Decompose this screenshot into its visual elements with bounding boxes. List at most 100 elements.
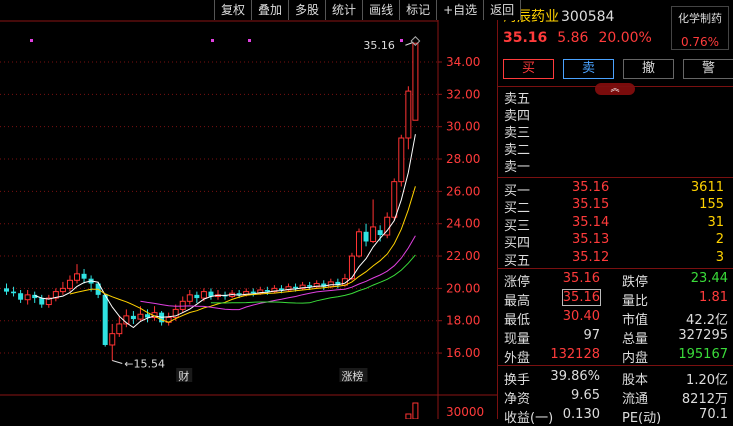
stat-value: 0.130 xyxy=(562,407,600,422)
candle-body xyxy=(66,279,73,289)
sector-box[interactable]: 化学制药 0.76% xyxy=(671,6,729,50)
candle-body xyxy=(11,291,17,294)
sector-name: 化学制药 xyxy=(678,12,722,25)
stock-price-line: 35.16 5.86 20.00% xyxy=(503,30,662,46)
stat-label: 流通 xyxy=(622,392,649,407)
current-price: 35.16 xyxy=(503,30,548,46)
buy-button[interactable]: 买 xyxy=(503,59,554,79)
buy-level-label: 买三 xyxy=(504,218,531,234)
buy-level-3[interactable]: 买三 35.14 31 xyxy=(504,214,728,234)
candle-body xyxy=(109,333,116,346)
stat-value: 42.2亿 xyxy=(686,313,728,328)
stat-label: 现量 xyxy=(504,332,531,347)
divider xyxy=(498,365,733,366)
candle-body xyxy=(278,288,284,290)
candle-body xyxy=(145,314,150,318)
price-change: 5.86 xyxy=(557,30,589,46)
stat-value: 195167 xyxy=(678,347,728,362)
event-marker-label: 财 xyxy=(178,369,189,383)
stat-label: PE(动) xyxy=(622,411,662,426)
buy-level-volume: 31 xyxy=(707,214,724,230)
candle-body xyxy=(293,286,299,289)
toolbar-statistics-button[interactable]: 统计 xyxy=(325,0,363,20)
buy-level-2[interactable]: 买二 35.15 155 xyxy=(504,197,728,216)
candle-body xyxy=(377,230,383,236)
ma30-line xyxy=(210,254,416,304)
stat-value: 23.44 xyxy=(690,271,728,286)
toolbar-draw-line-button[interactable]: 画线 xyxy=(362,0,400,20)
candle-body xyxy=(412,42,419,121)
candle-body xyxy=(59,287,66,293)
chart-toolbar: 复权 叠加 多股 统计 画线 标记 +自选 返回 xyxy=(214,0,522,20)
stats-row: 最低 30.40 市值 42.2亿 xyxy=(504,309,730,328)
candlestick-chart[interactable]: 34.00 32.00 30.00 28.00 26.00 24.00 22.00 20.00… xyxy=(0,0,497,419)
stat-value: 1.20亿 xyxy=(686,373,728,388)
alert-button[interactable]: 警 xyxy=(683,59,733,79)
stat-value: 39.86% xyxy=(550,369,600,384)
low-pointer-line xyxy=(112,360,123,364)
buy-level-volume: 2 xyxy=(715,232,724,248)
stat-value: 97 xyxy=(583,328,600,343)
candle-body xyxy=(18,293,24,300)
ma10-line xyxy=(69,186,416,323)
buy-level-price: 35.15 xyxy=(572,197,610,213)
candle-body xyxy=(307,285,313,287)
stat-label: 量比 xyxy=(622,294,649,309)
y-tick-label: 28.00 xyxy=(446,152,480,166)
buy-level-1[interactable]: 买一 35.16 3611 xyxy=(504,180,728,199)
candle-body xyxy=(405,90,412,139)
candle-body xyxy=(24,294,31,301)
stat-value: 1.81 xyxy=(699,290,728,305)
candle-body xyxy=(137,313,144,320)
stat-value: 9.65 xyxy=(571,388,600,403)
volume-bar xyxy=(405,413,412,419)
high-price-label: 35.16 xyxy=(363,39,395,52)
candle-body xyxy=(370,226,377,242)
collapse-chevron-icon[interactable]: ︽ xyxy=(595,83,635,95)
trade-actions: 买 卖 撤 警 xyxy=(503,59,733,79)
toolbar-mark-button[interactable]: 标记 xyxy=(399,0,437,20)
stats2-row: 收益(一) 0.130 PE(动) 70.1 xyxy=(504,407,730,426)
stat-value: 8212万 xyxy=(681,392,728,407)
candle-body xyxy=(391,181,398,218)
candle-body xyxy=(186,294,193,302)
stat-label: 股本 xyxy=(622,373,649,388)
buy-level-4[interactable]: 买四 35.13 2 xyxy=(504,232,728,251)
stat-value: 35.16 xyxy=(562,271,600,286)
stats-row: 外盘 132128 内盘 195167 xyxy=(504,347,730,366)
stat-value: 327295 xyxy=(678,328,728,343)
candle-body xyxy=(130,315,136,320)
toolbar-add-watchlist-button[interactable]: +自选 xyxy=(436,0,484,20)
stat-label: 涨停 xyxy=(504,275,531,290)
candle-body xyxy=(74,273,80,281)
y-tick-label: 18.00 xyxy=(446,314,480,328)
sell-button[interactable]: 卖 xyxy=(563,59,614,79)
buy-level-label: 买一 xyxy=(504,184,531,199)
candle-body xyxy=(4,288,9,292)
toolbar-multi-stock-button[interactable]: 多股 xyxy=(288,0,326,20)
buy-level-price: 35.12 xyxy=(572,249,610,265)
candle-body xyxy=(179,300,186,310)
buy-level-volume: 155 xyxy=(699,197,724,213)
price-change-percent: 20.00% xyxy=(598,30,652,46)
toolbar-restore-rights-button[interactable]: 复权 xyxy=(214,0,252,20)
buy-level-5[interactable]: 买五 35.12 3 xyxy=(504,249,728,269)
purple-dot-marker xyxy=(30,39,33,42)
low-price-label: ←15.54 xyxy=(124,357,165,370)
divider xyxy=(498,177,733,178)
buy-level-volume: 3611 xyxy=(690,180,724,195)
purple-dot-marker xyxy=(400,39,403,42)
candle-body xyxy=(200,291,207,299)
divider xyxy=(498,86,733,87)
candle-body xyxy=(102,294,108,345)
candle-body xyxy=(81,273,87,279)
toolbar-back-button[interactable]: 返回 xyxy=(483,0,522,20)
candle-body xyxy=(194,294,200,299)
toolbar-overlay-button[interactable]: 叠加 xyxy=(251,0,289,20)
y-tick-label: 20.00 xyxy=(446,281,480,295)
purple-dot-marker xyxy=(211,39,214,42)
y-tick-label: 30.00 xyxy=(446,120,480,134)
kline-chart-area[interactable]: 34.00 32.00 30.00 28.00 26.00 24.00 22.00 20.00… xyxy=(0,0,522,419)
stat-label: 换手 xyxy=(504,373,531,388)
cancel-order-button[interactable]: 撤 xyxy=(623,59,674,79)
